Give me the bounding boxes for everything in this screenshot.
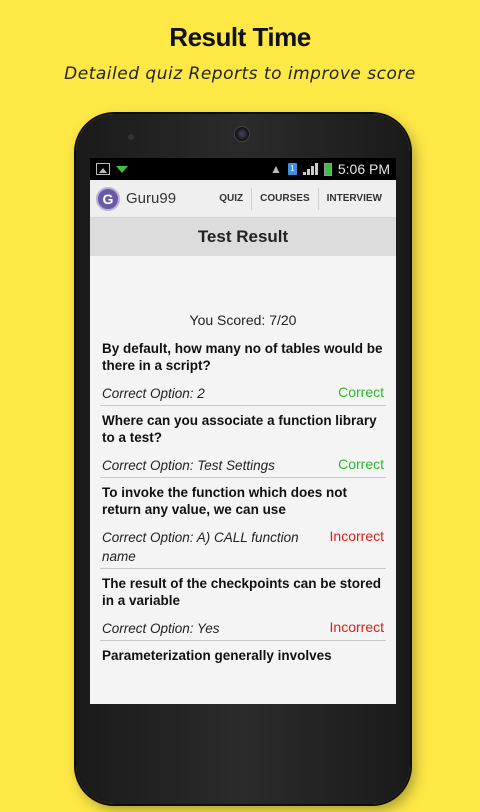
result-status: Correct — [338, 384, 384, 400]
status-time: 5:06 PM — [337, 161, 390, 177]
question-text: By default, how many no of tables would … — [102, 341, 383, 373]
page-title: Test Result — [90, 218, 396, 256]
question-text: Where can you associate a function libra… — [102, 413, 377, 445]
question-item: Where can you associate a function libra… — [100, 406, 386, 478]
status-bar: ▲ 1 5:06 PM — [90, 158, 396, 180]
result-status: Incorrect — [329, 528, 384, 544]
question-text: The result of the checkpoints can be sto… — [102, 576, 382, 608]
battery-icon — [323, 162, 332, 176]
correct-option: Correct Option: A) CALL function name — [102, 530, 299, 564]
screen: ▲ 1 5:06 PM G Guru99 QUIZ COURSES INTERV… — [90, 158, 396, 704]
score-text: You Scored: 7/20 — [189, 312, 297, 328]
correct-option: Correct Option: 2 — [102, 386, 205, 401]
result-status: Correct — [338, 456, 384, 472]
sim-icon: 1 — [287, 163, 297, 175]
correct-option: Correct Option: Test Settings — [102, 458, 275, 473]
nav-quiz[interactable]: QUIZ — [211, 188, 251, 210]
promo-subtitle: Detailed quiz Reports to improve score — [64, 64, 416, 84]
nav-courses[interactable]: COURSES — [251, 187, 317, 210]
promo-title: Result Time — [169, 22, 311, 52]
phone-frame: ▲ 1 5:06 PM G Guru99 QUIZ COURSES INTERV… — [76, 114, 410, 804]
signal-icon — [302, 163, 318, 175]
correct-option: Correct Option: Yes — [102, 621, 220, 636]
question-text: Parameterization generally involves — [102, 648, 332, 663]
result-list[interactable]: You Scored: 7/20 By default, how many no… — [90, 256, 396, 704]
download-icon — [116, 165, 128, 173]
app-brand: Guru99 — [126, 190, 177, 207]
question-item: The result of the checkpoints can be sto… — [100, 569, 386, 641]
front-camera-icon — [234, 126, 250, 142]
question-item: By default, how many no of tables would … — [100, 334, 386, 406]
guru99-logo-icon[interactable]: G — [96, 186, 120, 211]
top-nav: QUIZ COURSES INTERVIEW — [211, 187, 390, 210]
nav-interview[interactable]: INTERVIEW — [317, 187, 390, 210]
question-item: To invoke the function which does not re… — [100, 478, 386, 569]
result-status: Incorrect — [329, 619, 384, 635]
question-item: Parameterization generally involves — [100, 641, 386, 666]
app-bar: G Guru99 QUIZ COURSES INTERVIEW — [90, 180, 396, 218]
wifi-icon: ▲ — [269, 162, 282, 176]
sensor-icon — [128, 134, 134, 140]
question-text: To invoke the function which does not re… — [102, 485, 347, 517]
image-icon — [96, 163, 110, 175]
